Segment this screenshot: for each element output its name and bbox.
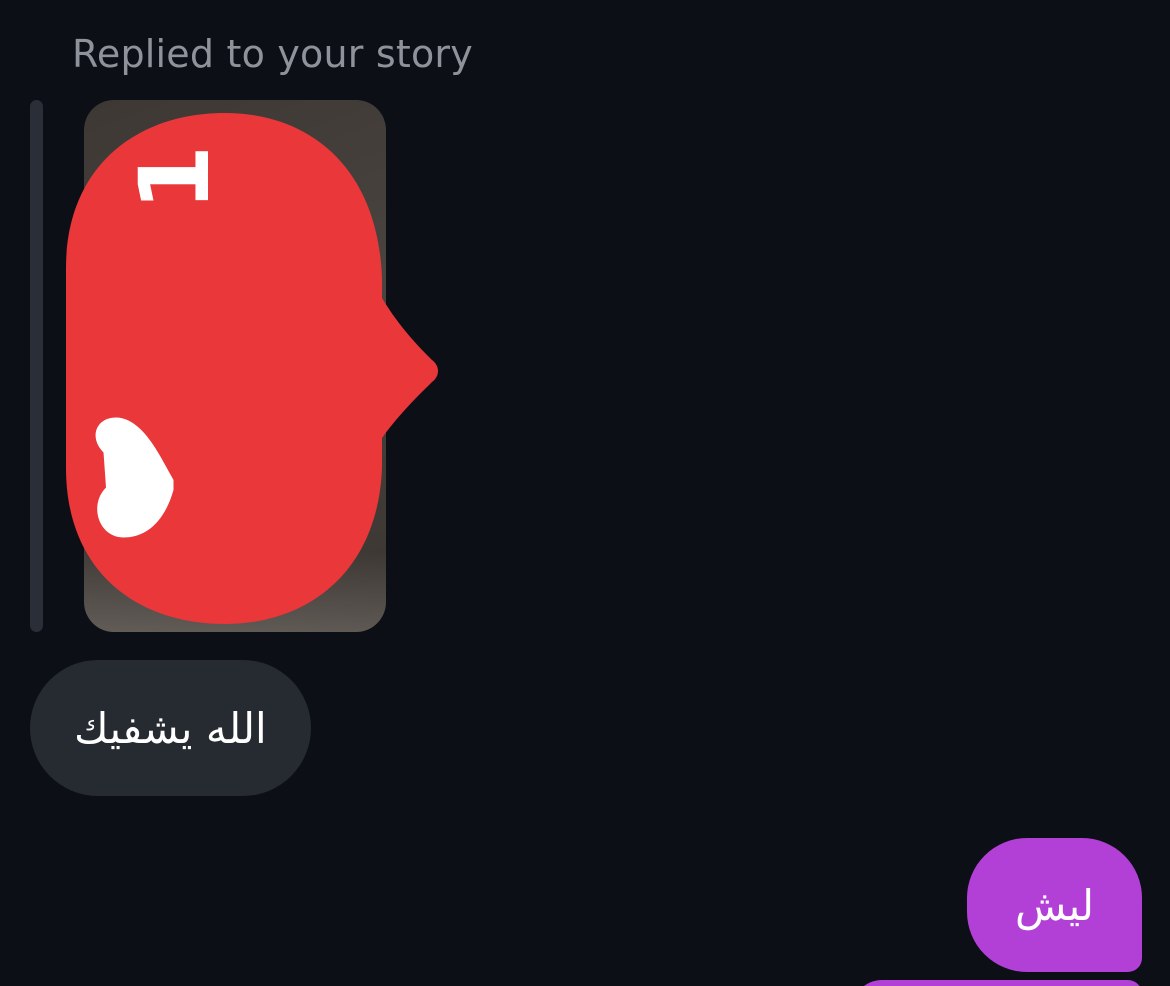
sent-message-text: ليش	[1014, 880, 1094, 930]
sent-message-partial[interactable]	[852, 980, 1142, 986]
chat-thread: Replied to your story 1 الله يشفيك ليش	[0, 0, 1170, 986]
like-count: 1	[119, 144, 231, 212]
reply-context-label: Replied to your story	[72, 32, 473, 76]
reply-indicator-bar	[30, 100, 43, 632]
received-message[interactable]: الله يشفيك	[30, 660, 311, 796]
sent-message[interactable]: ليش	[966, 838, 1142, 972]
received-message-text: الله يشفيك	[74, 703, 267, 753]
